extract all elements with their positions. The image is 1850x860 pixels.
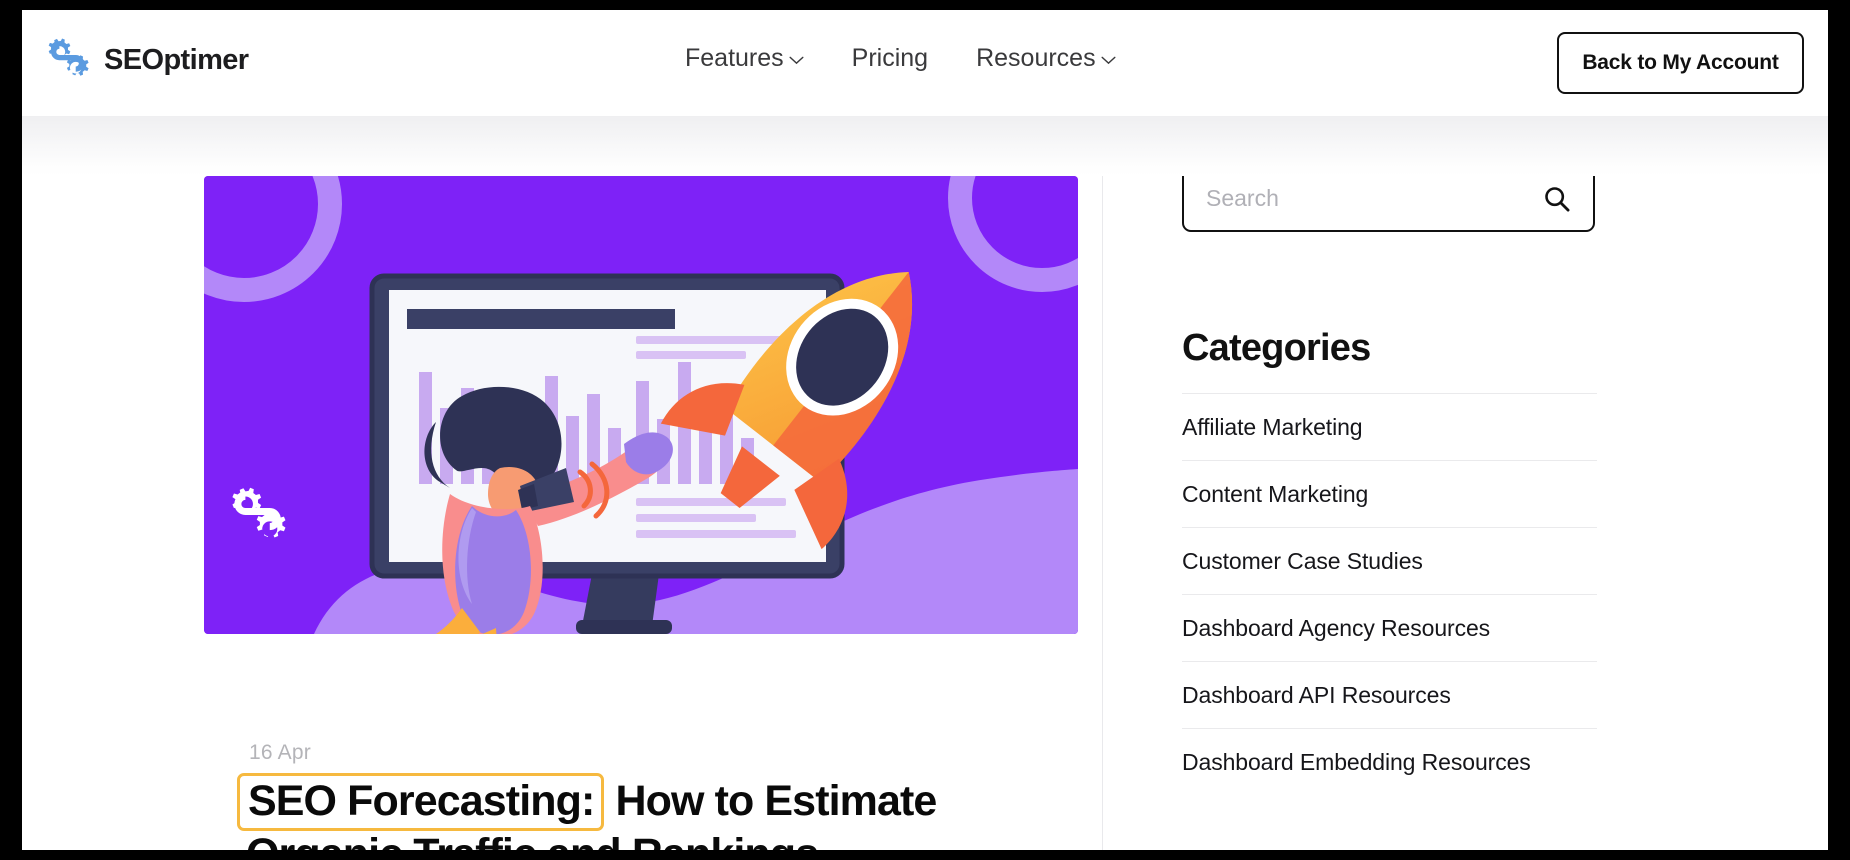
hero-illustration	[204, 176, 1078, 634]
chevron-down-icon	[789, 56, 804, 64]
article-title-highlight: SEO Forecasting:	[237, 773, 605, 831]
list-item[interactable]: Dashboard Embedding Resources	[1182, 728, 1597, 795]
list-item[interactable]: Content Marketing	[1182, 460, 1597, 527]
category-link-dashboard-embedding-resources[interactable]: Dashboard Embedding Resources	[1182, 729, 1597, 795]
content-sidebar-divider	[1102, 161, 1103, 850]
sidebar: Categories Affiliate Marketing Content M…	[1182, 164, 1597, 795]
category-link-customer-case-studies[interactable]: Customer Case Studies	[1182, 528, 1597, 594]
nav-label: Features	[685, 44, 784, 72]
back-to-my-account-button[interactable]: Back to My Account	[1557, 32, 1804, 94]
browser-viewport: SEOptimer Features Pricing Resources Bac…	[22, 10, 1828, 850]
list-item[interactable]: Affiliate Marketing	[1182, 393, 1597, 460]
site-logo[interactable]: SEOptimer	[45, 36, 249, 84]
list-item[interactable]: Customer Case Studies	[1182, 527, 1597, 594]
nav-item-features[interactable]: Features	[661, 44, 828, 73]
brand-name: SEOptimer	[104, 43, 249, 76]
nav-label: Pricing	[851, 44, 929, 72]
article-hero-image[interactable]	[204, 176, 1078, 634]
article-title[interactable]: SEO Forecasting: How to Estimate Organic…	[237, 773, 1046, 850]
categories-heading: Categories	[1182, 327, 1371, 369]
category-link-content-marketing[interactable]: Content Marketing	[1182, 461, 1597, 527]
category-link-dashboard-agency-resources[interactable]: Dashboard Agency Resources	[1182, 595, 1597, 661]
page-content: 16 Apr SEO Forecasting: How to Estimate …	[22, 116, 1828, 850]
article-date: 16 Apr	[249, 741, 311, 764]
search-icon[interactable]	[1543, 185, 1571, 213]
nav-item-pricing[interactable]: Pricing	[828, 44, 952, 73]
main-navigation: Features Pricing Resources	[661, 44, 1140, 73]
article-card[interactable]: 16 Apr SEO Forecasting: How to Estimate …	[204, 176, 1079, 850]
categories-list: Affiliate Marketing Content Marketing Cu…	[1182, 393, 1597, 795]
chevron-down-icon	[1101, 56, 1116, 64]
category-link-dashboard-api-resources[interactable]: Dashboard API Resources	[1182, 662, 1597, 728]
category-link-affiliate-marketing[interactable]: Affiliate Marketing	[1182, 394, 1597, 460]
list-item[interactable]: Dashboard Agency Resources	[1182, 594, 1597, 661]
list-item[interactable]: Dashboard API Resources	[1182, 661, 1597, 728]
header-gradient-divider	[22, 116, 1828, 176]
seoptimer-gears-logo-icon	[48, 38, 89, 76]
site-header: SEOptimer Features Pricing Resources Bac…	[22, 10, 1828, 116]
nav-label: Resources	[976, 44, 1096, 72]
screenshot-frame: SEOptimer Features Pricing Resources Bac…	[0, 0, 1850, 860]
nav-item-resources[interactable]: Resources	[952, 44, 1140, 73]
